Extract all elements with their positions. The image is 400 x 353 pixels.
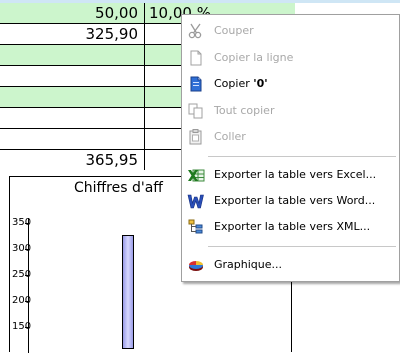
table-cell-value[interactable] bbox=[0, 66, 144, 87]
menu-item-label: Couper bbox=[214, 24, 254, 37]
chart-title: Chiffres d'aff bbox=[74, 180, 163, 196]
menu-item-export-xml[interactable]: Exporter la table vers XML... bbox=[182, 215, 399, 239]
copy-label-value: '0' bbox=[253, 77, 268, 90]
context-menu: Couper Copier la ligne Copier '0' Tout c… bbox=[181, 14, 400, 282]
table-cell-value[interactable] bbox=[0, 108, 144, 129]
table-cell-value[interactable]: 50,00 bbox=[0, 3, 144, 24]
chart-bar bbox=[122, 235, 134, 349]
paste-icon bbox=[187, 129, 205, 145]
menu-separator bbox=[208, 246, 396, 247]
menu-item-label: Coller bbox=[214, 130, 246, 143]
menu-item-label: Exporter la table vers XML... bbox=[214, 220, 371, 233]
xml-icon bbox=[187, 219, 205, 235]
table-cell-total[interactable]: 365,95 bbox=[0, 150, 144, 170]
menu-item-copier-0[interactable]: Copier '0' bbox=[182, 72, 399, 96]
y-tick-mark bbox=[25, 327, 29, 328]
menu-item-label: Tout copier bbox=[214, 104, 275, 117]
copy-label-prefix: Copier bbox=[214, 77, 254, 90]
excel-icon bbox=[187, 167, 205, 183]
page-icon bbox=[187, 50, 205, 66]
menu-item-export-word[interactable]: Exporter la table vers Word... bbox=[182, 189, 399, 213]
scissors-icon bbox=[187, 23, 205, 39]
copy-all-icon bbox=[187, 103, 205, 119]
y-tick-mark bbox=[25, 249, 29, 250]
menu-item-copier-la-ligne[interactable]: Copier la ligne bbox=[182, 46, 399, 70]
table-cell-value[interactable] bbox=[0, 45, 144, 66]
menu-item-label: Exporter la table vers Excel... bbox=[214, 168, 377, 181]
menu-separator bbox=[208, 156, 396, 157]
y-tick-mark bbox=[25, 223, 29, 224]
menu-item-export-excel[interactable]: Exporter la table vers Excel... bbox=[182, 163, 399, 187]
menu-item-graphique[interactable]: Graphique... bbox=[182, 253, 399, 277]
menu-item-label: Copier la ligne bbox=[214, 51, 294, 64]
word-icon bbox=[187, 193, 205, 209]
menu-item-label: Exporter la table vers Word... bbox=[214, 194, 376, 207]
table-cell-value[interactable] bbox=[0, 87, 144, 108]
copy-page-icon bbox=[187, 76, 205, 92]
menu-item-label: Graphique... bbox=[214, 258, 283, 271]
table-cell-value[interactable] bbox=[0, 129, 144, 150]
chart-icon bbox=[187, 257, 205, 273]
chart-y-axis bbox=[28, 218, 29, 353]
menu-item-label: Copier '0' bbox=[214, 72, 268, 96]
menu-item-couper[interactable]: Couper bbox=[182, 19, 399, 43]
menu-item-tout-copier[interactable]: Tout copier bbox=[182, 99, 399, 123]
table-cell-value[interactable]: 325,90 bbox=[0, 24, 144, 45]
y-tick-mark bbox=[25, 301, 29, 302]
menu-item-coller[interactable]: Coller bbox=[182, 125, 399, 149]
y-tick-mark bbox=[25, 275, 29, 276]
